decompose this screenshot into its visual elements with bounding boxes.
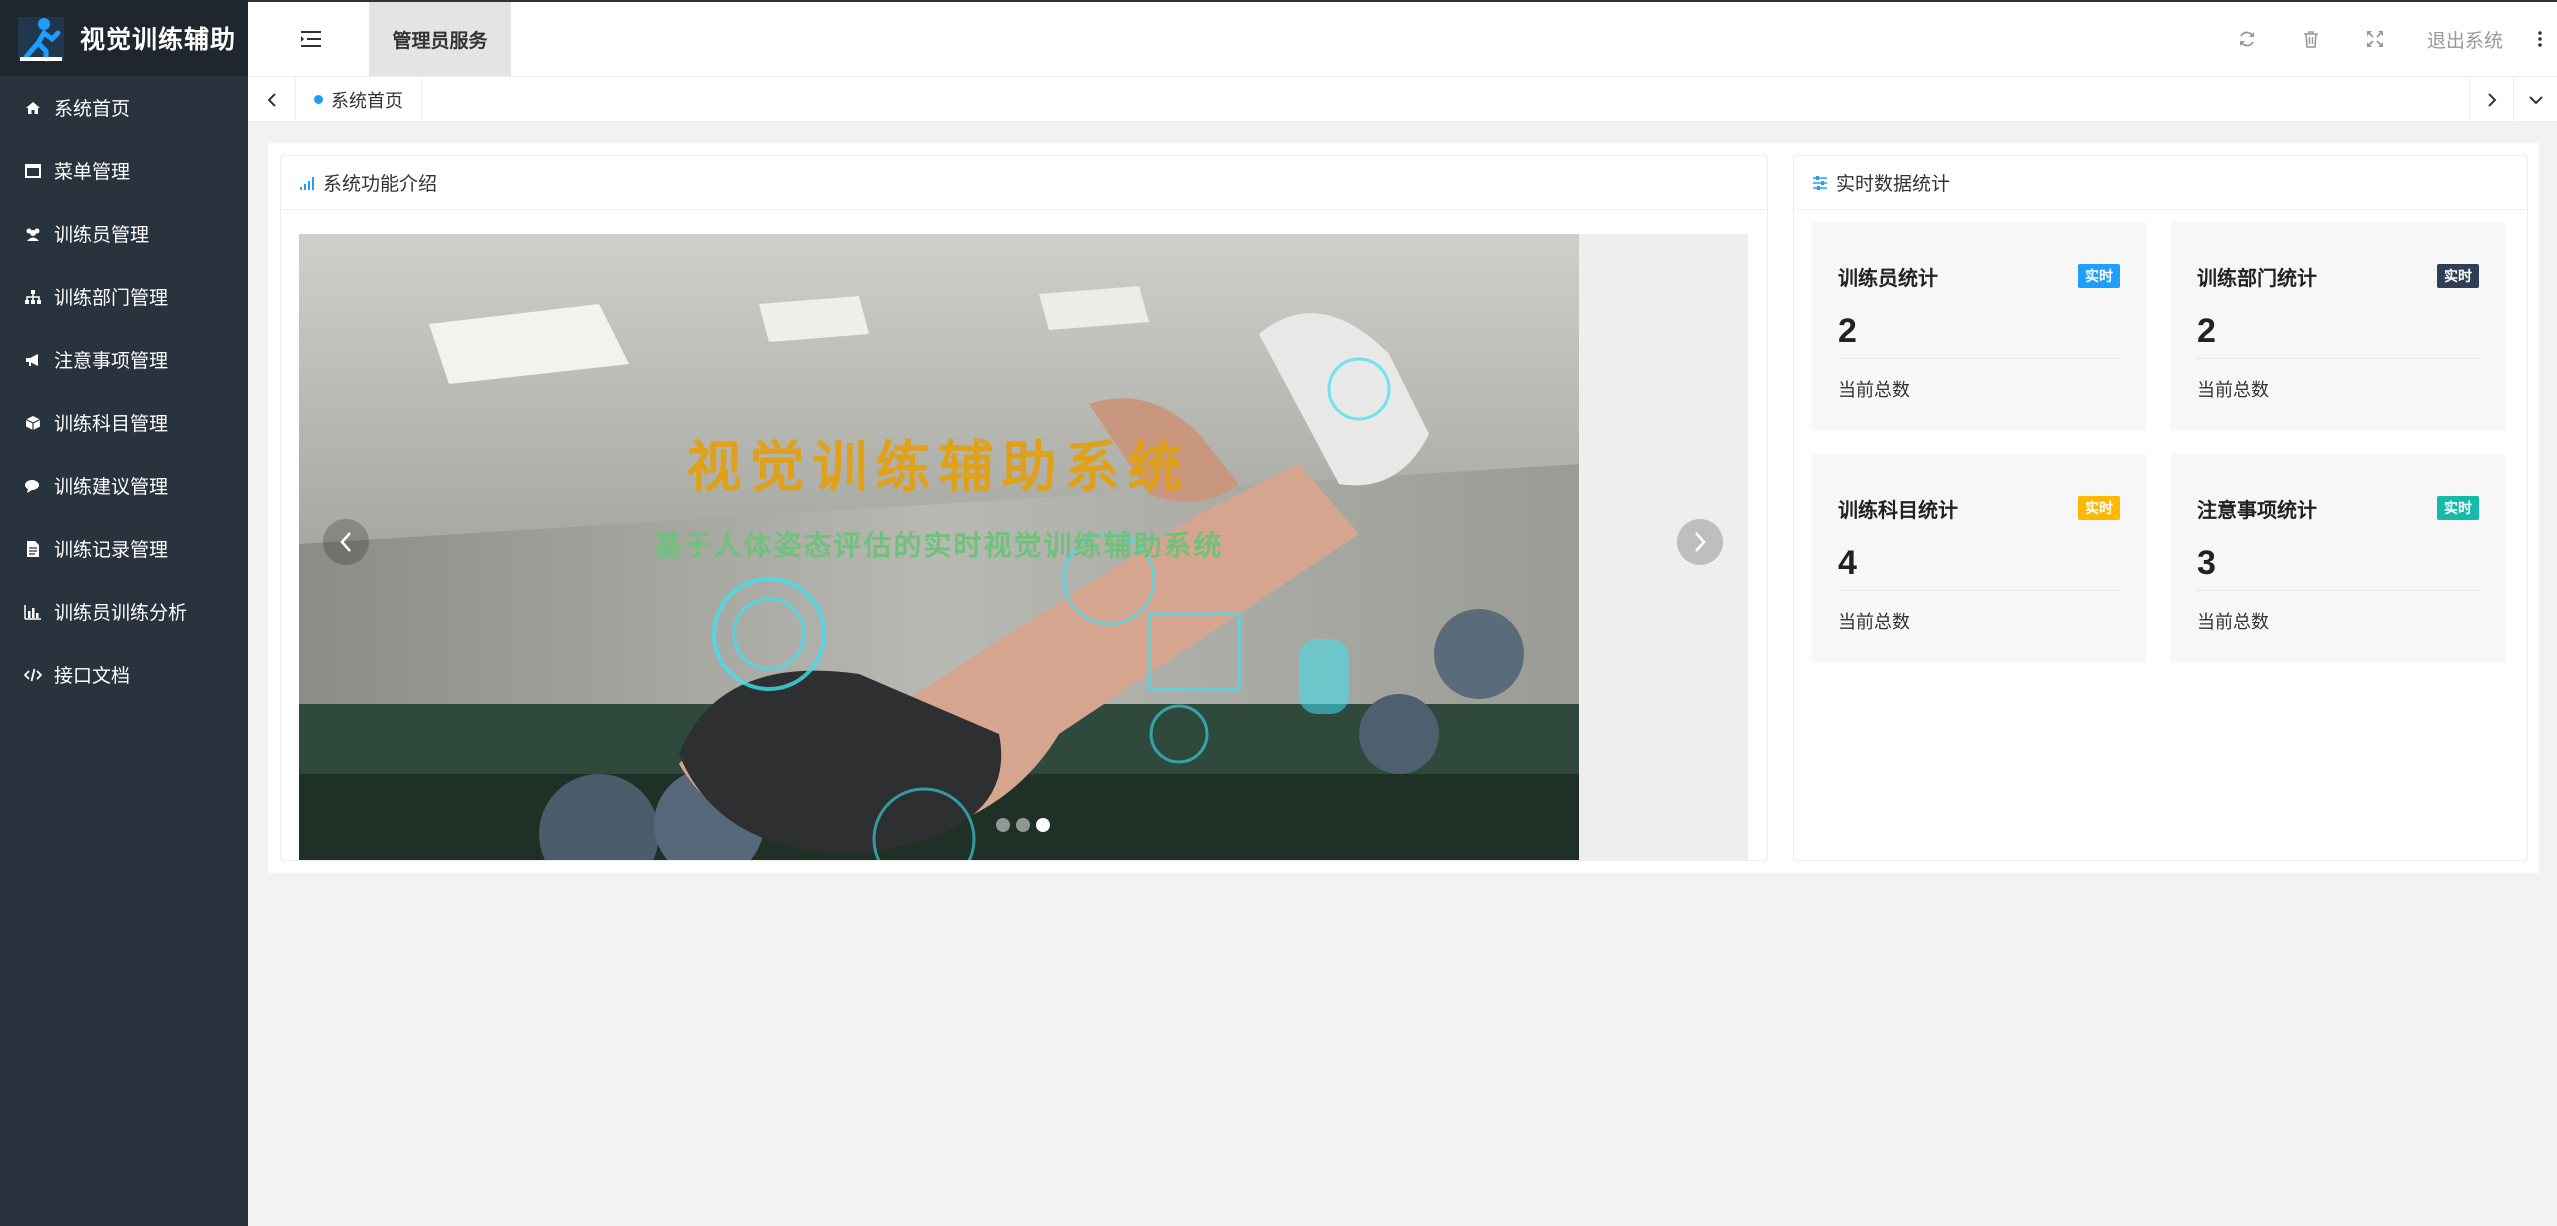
chevron-down-icon[interactable] [2513, 77, 2557, 122]
app-logo[interactable]: 视觉训练辅助 [0, 0, 248, 76]
divider [1838, 590, 2120, 591]
sidebar-item-home[interactable]: 系统首页 [0, 76, 248, 139]
sidebar-item-record[interactable]: 训练记录管理 [0, 517, 248, 580]
divider [2197, 590, 2479, 591]
stat-title: 注意事项统计 [2197, 500, 2317, 522]
trash-icon[interactable] [2279, 2, 2343, 76]
carousel-next-icon[interactable] [1677, 519, 1723, 565]
stat-value: 4 [1838, 544, 1857, 582]
stat-label: 当前总数 [2197, 380, 2269, 400]
code-icon [24, 666, 42, 684]
stat-notice: 注意事项统计 实时 3 当前总数 [2171, 454, 2505, 662]
carousel-dot[interactable] [996, 818, 1010, 832]
carousel-dot-active[interactable] [1036, 818, 1050, 832]
bullhorn-icon [24, 351, 42, 369]
sidebar-item-api-docs[interactable]: 接口文档 [0, 643, 248, 706]
stat-title: 训练员统计 [1838, 268, 1938, 290]
stat-title: 训练部门统计 [2197, 268, 2317, 290]
carousel-subtitle: 基于人体姿态评估的实时视觉训练辅助系统 [653, 530, 1224, 561]
sidebar-item-label: 训练部门管理 [54, 288, 169, 309]
sidebar-item-label: 系统首页 [54, 99, 131, 120]
realtime-badge: 实时 [2437, 496, 2479, 520]
carousel-indicators [996, 818, 1050, 832]
stats-card: 实时数据统计 训练员统计 实时 2 当前总数 训练部门统计 实时 2 当前总数 … [1793, 155, 2528, 861]
stat-label: 当前总数 [2197, 612, 2269, 632]
stats-card-header: 实时数据统计 [1794, 156, 2527, 210]
sidebar-item-label: 训练建议管理 [54, 477, 169, 498]
sidebar-item-label: 训练员管理 [54, 225, 150, 246]
sidebar-item-trainee[interactable]: 训练员管理 [0, 202, 248, 265]
trainer-logo-icon [16, 13, 66, 63]
main-content: 系统功能介绍 视觉训练辅助系统 基于人体姿态评估的实时视觉训练辅助系统 实时数据… [268, 143, 2539, 873]
collapse-menu-icon[interactable] [300, 30, 322, 48]
sidebar-item-label: 菜单管理 [54, 162, 131, 183]
stat-label: 当前总数 [1838, 612, 1910, 632]
sidebar-item-subject[interactable]: 训练科目管理 [0, 391, 248, 454]
divider [2197, 358, 2479, 359]
sidebar-item-label: 接口文档 [54, 666, 131, 687]
active-tab-dot [314, 95, 323, 104]
sidebar-menu: 系统首页 菜单管理 训练员管理 训练部门管理 注意事项管理 训练科目管理 训练建… [0, 76, 248, 706]
sliders-icon [1813, 175, 1827, 190]
sitemap-icon [24, 288, 42, 306]
users-icon [24, 225, 42, 243]
cube-icon [24, 414, 42, 432]
more-vertical-icon[interactable] [2523, 2, 2557, 76]
realtime-badge: 实时 [2078, 496, 2120, 520]
bar-chart-icon [24, 603, 42, 621]
stat-title: 训练科目统计 [1838, 500, 1958, 522]
refresh-icon[interactable] [2215, 2, 2279, 76]
file-icon [24, 540, 42, 558]
comments-icon [24, 477, 42, 495]
intro-card-header: 系统功能介绍 [281, 156, 1767, 210]
divider [1838, 358, 2120, 359]
chevron-left-icon[interactable] [248, 77, 296, 122]
intro-carousel[interactable]: 视觉训练辅助系统 基于人体姿态评估的实时视觉训练辅助系统 [299, 234, 1748, 860]
carousel-prev-icon[interactable] [323, 519, 369, 565]
intro-card: 系统功能介绍 视觉训练辅助系统 基于人体姿态评估的实时视觉训练辅助系统 [280, 155, 1768, 861]
stat-value: 2 [2197, 312, 2216, 350]
sidebar-item-label: 训练员训练分析 [54, 603, 188, 624]
sidebar-item-department[interactable]: 训练部门管理 [0, 265, 248, 328]
tab-home[interactable]: 系统首页 [296, 77, 422, 122]
carousel-dot[interactable] [1016, 818, 1030, 832]
sidebar-item-menu[interactable]: 菜单管理 [0, 139, 248, 202]
app-title: 视觉训练辅助 [80, 26, 237, 54]
sidebar: 视觉训练辅助 系统首页 菜单管理 训练员管理 训练部门管理 注意事项管理 训练科… [0, 0, 248, 1226]
stat-department: 训练部门统计 实时 2 当前总数 [2171, 222, 2505, 430]
logout-link[interactable]: 退出系统 [2407, 26, 2523, 53]
stat-trainee: 训练员统计 实时 2 当前总数 [1812, 222, 2146, 430]
sidebar-item-analysis[interactable]: 训练员训练分析 [0, 580, 248, 643]
sidebar-item-label: 训练记录管理 [54, 540, 169, 561]
tab-bar: 系统首页 [248, 76, 2557, 122]
sidebar-item-label: 注意事项管理 [54, 351, 169, 372]
window-icon [24, 162, 42, 180]
realtime-badge: 实时 [2078, 264, 2120, 288]
home-icon [24, 99, 42, 117]
top-header: 管理员服务 退出系统 [248, 0, 2557, 76]
sidebar-item-suggestion[interactable]: 训练建议管理 [0, 454, 248, 517]
tab-home-label: 系统首页 [331, 90, 403, 111]
intro-card-title: 系统功能介绍 [323, 174, 438, 195]
admin-service-tab[interactable]: 管理员服务 [369, 2, 511, 76]
sidebar-item-label: 训练科目管理 [54, 414, 169, 435]
stat-value: 2 [1838, 312, 1857, 350]
stats-card-title: 实时数据统计 [1836, 174, 1951, 195]
sidebar-item-notice[interactable]: 注意事项管理 [0, 328, 248, 391]
fullscreen-icon[interactable] [2343, 2, 2407, 76]
carousel-title: 视觉训练辅助系统 [686, 436, 1191, 498]
stat-label: 当前总数 [1838, 380, 1910, 400]
stat-value: 3 [2197, 544, 2216, 582]
realtime-badge: 实时 [2437, 264, 2479, 288]
stat-subject: 训练科目统计 实时 4 当前总数 [1812, 454, 2146, 662]
header-actions: 退出系统 [2215, 2, 2557, 76]
chevron-right-icon[interactable] [2469, 77, 2513, 122]
signal-icon [300, 176, 314, 190]
